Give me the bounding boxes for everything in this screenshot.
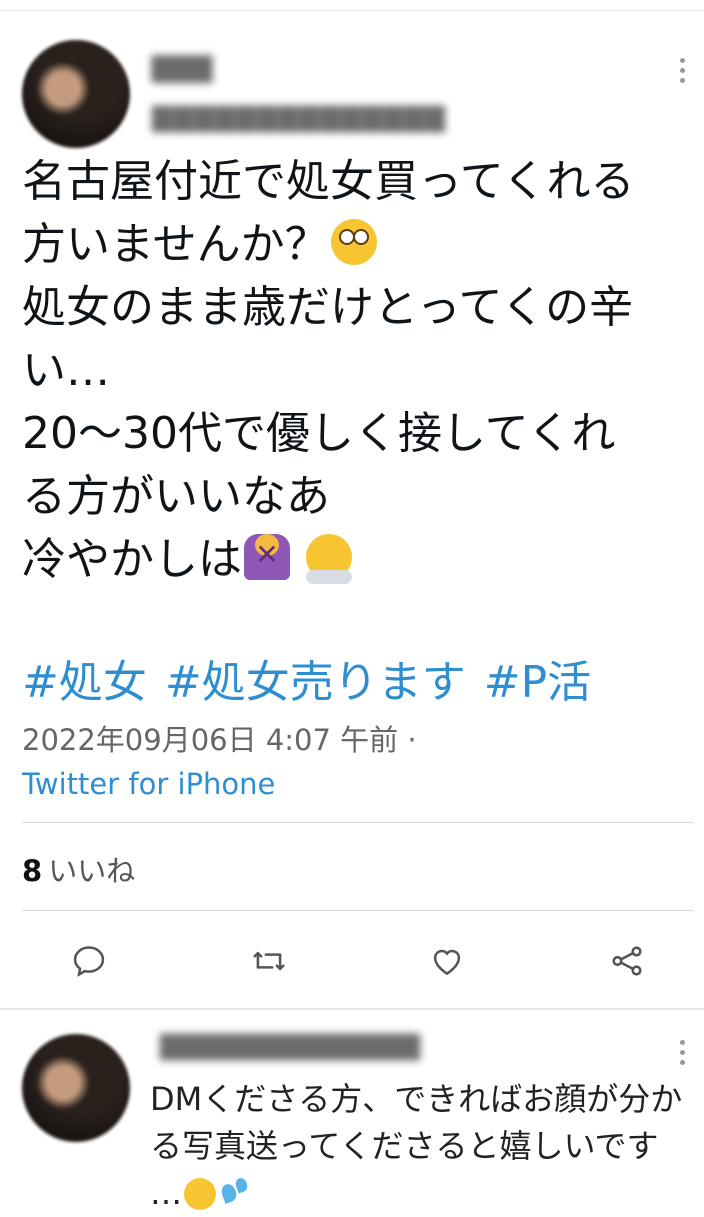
- reply-line: る写真送ってくださると嬉しいです: [150, 1127, 659, 1165]
- tweet-line: 名古屋付近で処女買ってくれる: [22, 156, 635, 207]
- source-link[interactable]: Twitter for iPhone: [22, 762, 417, 806]
- person-gesturing-no-icon: [244, 523, 290, 586]
- likes-label: いいね: [48, 854, 136, 888]
- persevering-face-icon: [184, 1178, 216, 1210]
- hashtags: #処女 #処女売ります #P活: [22, 646, 591, 710]
- share-button[interactable]: [604, 938, 650, 984]
- tweet-text: 名古屋付近で処女買ってくれる 方いませんか？ 処女のまま歳だけとってくの辛 い……: [22, 150, 682, 591]
- action-bar: [0, 938, 704, 984]
- reply-icon: [73, 946, 105, 977]
- author-name-blurred[interactable]: ▇▇▇: [152, 52, 212, 83]
- divider: [22, 910, 694, 911]
- share-icon: [612, 946, 642, 976]
- reply-text: DMくださる方、できればお顔が分か る写真送ってくださると嬉しいです …: [150, 1076, 690, 1217]
- reply-line: …: [150, 1174, 182, 1212]
- tweet-line: い…: [22, 345, 110, 396]
- top-divider: [0, 10, 704, 11]
- timestamp[interactable]: 2022年09月06日 4:07 午前 ·: [22, 723, 417, 757]
- tweet-line: 20〜30代で優しく接してくれ: [22, 408, 616, 459]
- face-with-rolling-eyes-icon: [330, 219, 377, 265]
- author-handle-blurred[interactable]: ▇▇▇▇▇▇▇▇▇▇▇▇▇▇: [152, 102, 446, 133]
- retweet-button[interactable]: [246, 938, 292, 984]
- reply-button[interactable]: [66, 938, 112, 984]
- retweet-icon: [253, 951, 285, 971]
- author-avatar[interactable]: [22, 40, 130, 148]
- face-with-steam-icon: [306, 534, 352, 584]
- tweet-line: 方いませんか？: [22, 219, 329, 270]
- more-vertical-icon[interactable]: [678, 1040, 686, 1065]
- tweet-line: る方がいいなあ: [22, 471, 330, 522]
- likes-count[interactable]: 8 いいね: [22, 848, 135, 890]
- reply-line: DMくださる方、できればお顔が分か: [150, 1080, 683, 1118]
- reply-author-blurred[interactable]: ▇▇▇▇▇▇▇▇▇▇▇▇▇: [160, 1030, 420, 1061]
- hashtag-link[interactable]: #処女売ります: [165, 646, 466, 710]
- tweet-meta: 2022年09月06日 4:07 午前 · Twitter for iPhone: [22, 718, 417, 806]
- more-vertical-icon[interactable]: [678, 58, 686, 83]
- like-button[interactable]: [424, 938, 470, 984]
- tweet-line: 処女のまま歳だけとってくの辛: [22, 282, 634, 333]
- divider: [22, 822, 694, 823]
- hashtag-link[interactable]: #処女: [22, 646, 147, 710]
- sweat-droplets-icon: [218, 1178, 250, 1210]
- likes-number: 8: [22, 854, 43, 888]
- tweet-line: 冷やかしは: [22, 534, 242, 585]
- reply-author-avatar[interactable]: [22, 1034, 130, 1142]
- hashtag-link[interactable]: #P活: [484, 646, 591, 710]
- like-icon: [433, 949, 461, 976]
- tweet-separator: [0, 1008, 704, 1010]
